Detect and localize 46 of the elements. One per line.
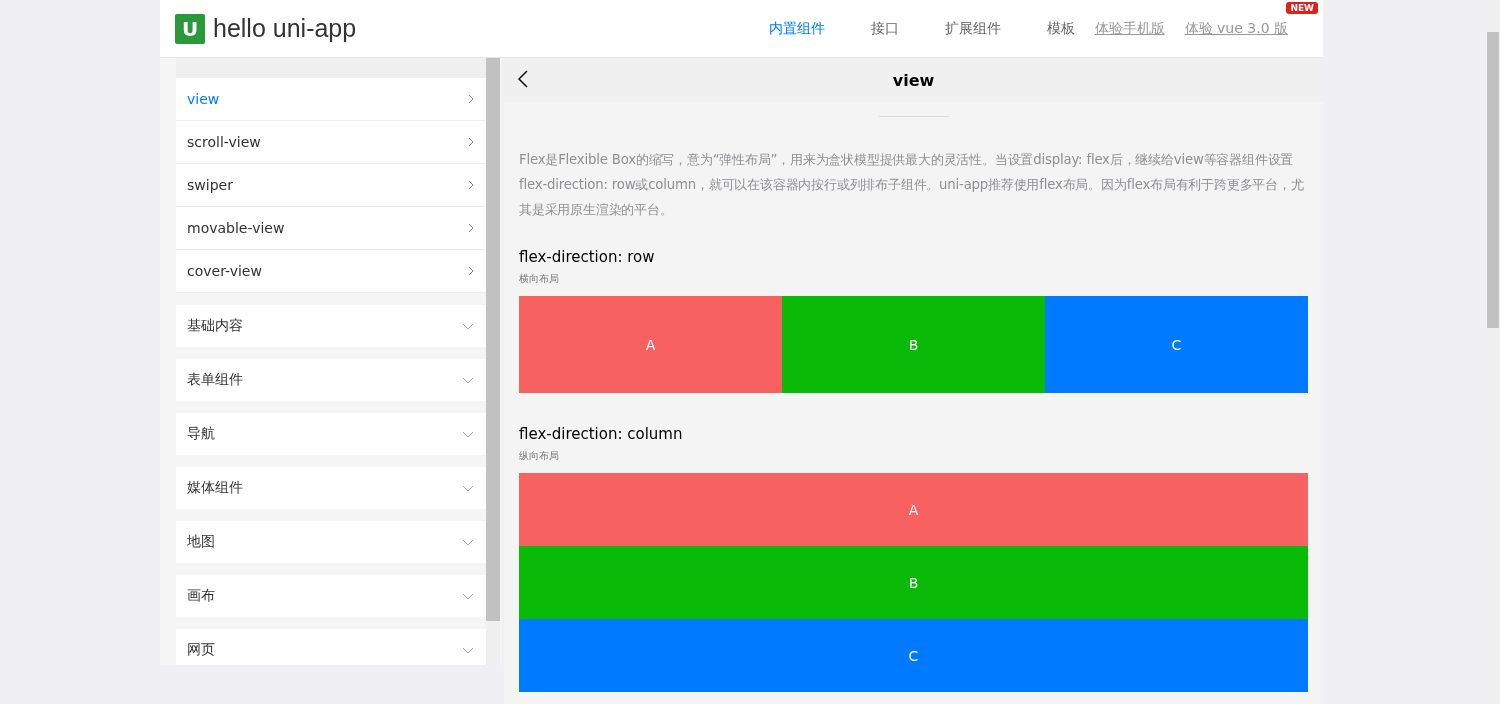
sidebar-group[interactable]: 基础内容 [176,305,486,347]
logo: U [175,13,205,44]
chevron-down-icon [462,322,474,330]
page-nav-title: view [892,70,935,90]
chevron-down-icon [462,376,474,384]
chevron-down-icon [462,646,474,654]
sidebar-item[interactable]: swiper [176,164,486,207]
sidebar-item[interactable]: cover-view [176,250,486,293]
flex-item: B [782,296,1045,393]
sidebar-group[interactable]: 画布 [176,575,486,617]
sidebar-group[interactable]: 地图 [176,521,486,563]
demo-subtitle: 横向布局 [519,272,560,286]
nav-tab[interactable]: 内置组件 [768,19,825,38]
scrollbar-thumb[interactable] [1487,32,1499,328]
flex-item: C [1045,296,1308,393]
chevron-down-icon [462,484,474,492]
chevron-right-icon [468,266,474,276]
chevron-down-icon [462,592,474,600]
chevron-right-icon [468,94,474,104]
new-badge: NEW [1286,1,1318,14]
flex-item: A [519,473,1308,546]
back-icon[interactable] [518,70,528,88]
chevron-right-icon [468,137,474,147]
sidebar-group[interactable]: 导航 [176,413,486,455]
demo-title: flex-direction: row [519,248,656,266]
nav-tab[interactable]: 扩展组件 [944,19,1001,38]
chevron-down-icon [462,430,474,438]
nav-tab[interactable]: 接口 [870,19,899,38]
sidebar-item[interactable]: movable-view [176,207,486,250]
chevron-right-icon [468,223,474,233]
demo-subtitle: 纵向布局 [519,449,560,463]
demo-title: flex-direction: column [519,425,684,443]
chevron-right-icon [468,180,474,190]
nav-tab[interactable]: 模板 [1046,19,1075,38]
flex-item: A [519,296,782,393]
flex-item: C [519,619,1308,692]
sidebar-group[interactable]: 媒体组件 [176,467,486,509]
sidebar-item[interactable]: scroll-view [176,121,486,164]
sidebar-group[interactable]: 网页 [176,629,486,665]
chevron-down-icon [462,538,474,546]
sidebar-item[interactable]: view [176,78,486,121]
sidebar-group[interactable]: 表单组件 [176,359,486,401]
intro-paragraph: Flex是Flexible Box的缩写，意为“弹性布局”，用来为盒状模型提供最大的灵活性。当设置display: flex后，继续给view等容器组件设置flex-direction: row或column，就可以在该容器内按行或列排布子组件。uni-app推荐使用flex布局。因为flex布局有利于跨更多平台，尤其是采用原生渲染的平台。 [519,151,1305,219]
site-title: hello uni-app [213,14,357,43]
scrollbar-thumb[interactable] [486,58,500,621]
flex-item: B [519,546,1308,619]
